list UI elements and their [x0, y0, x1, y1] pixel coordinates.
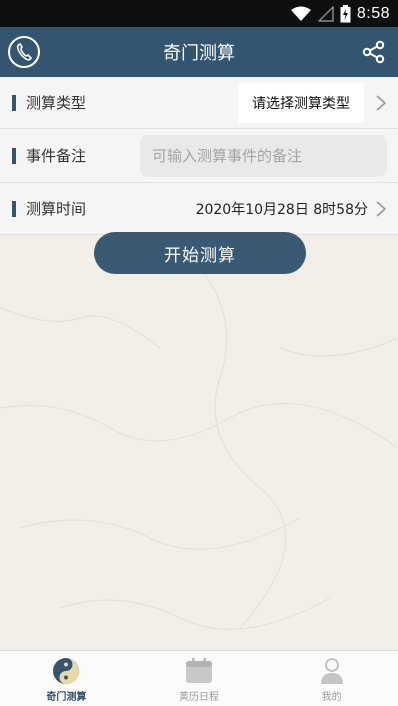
page-title: 奇门测算 [163, 43, 235, 64]
row-marker [12, 200, 16, 217]
user-icon [320, 658, 343, 684]
note-row: 事件备注 [0, 129, 398, 183]
signal-icon [317, 5, 334, 22]
chevron-right-icon [376, 95, 387, 111]
tab-qimen[interactable]: 奇门测算 [0, 651, 133, 706]
tab-mine[interactable]: 我的 [265, 651, 398, 706]
start-button[interactable]: 开始测算 [94, 232, 306, 274]
row-marker [12, 147, 16, 164]
note-input[interactable] [140, 135, 387, 177]
row-marker [12, 94, 16, 111]
phone-icon [16, 43, 32, 61]
note-label: 事件备注 [26, 147, 87, 165]
bottom-tab-bar: 奇门测算 黄历日程 我的 [0, 650, 398, 706]
share-icon[interactable] [362, 40, 386, 64]
calendar-icon [186, 658, 212, 683]
status-time: 8:58 [356, 4, 390, 22]
calc-form: 测算类型 请选择测算类型 事件备注 测算时间 2020年10月28日 8时58分 [0, 77, 398, 235]
tab-label: 奇门测算 [46, 692, 87, 703]
battery-icon [340, 4, 351, 22]
app-header: 奇门测算 [0, 27, 398, 77]
tab-label: 黄历日程 [179, 692, 219, 703]
paper-texture [0, 267, 398, 630]
type-row[interactable]: 测算类型 请选择测算类型 [0, 77, 398, 129]
tab-label: 我的 [321, 692, 342, 703]
type-select[interactable]: 请选择测算类型 [238, 83, 364, 123]
tab-almanac[interactable]: 黄历日程 [133, 651, 266, 706]
yin-yang-icon [53, 658, 80, 684]
phone-button[interactable] [8, 36, 40, 68]
chevron-right-icon [376, 201, 387, 217]
time-label: 测算时间 [26, 200, 87, 218]
wifi-icon [290, 6, 311, 21]
type-label: 测算类型 [26, 94, 87, 112]
time-value[interactable]: 2020年10月28日 8时58分 [196, 199, 368, 219]
status-bar: 8:58 [0, 0, 398, 27]
